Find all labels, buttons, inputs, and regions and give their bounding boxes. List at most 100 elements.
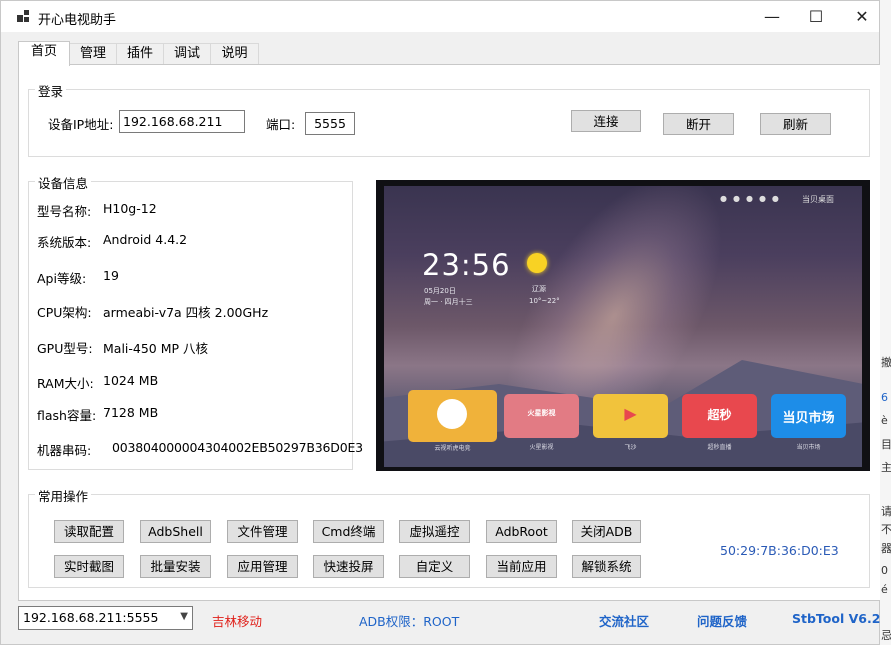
background-text: 请: [881, 505, 891, 518]
connect-button[interactable]: 连接: [571, 110, 641, 132]
tv-tile-mars: 火星影视 火星影视: [504, 394, 579, 451]
gpu-label: GPU型号:: [37, 341, 93, 356]
tv-tile-chaomiao: 超秒 超秒直播: [682, 394, 757, 451]
app-manager-button[interactable]: 应用管理: [227, 555, 298, 578]
tab-manage[interactable]: 管理: [69, 43, 117, 65]
login-legend: 登录: [35, 81, 67, 100]
tv-temperature: 10°~22°: [529, 297, 560, 305]
device-info-legend: 设备信息: [35, 173, 92, 192]
model-value: H10g-12: [103, 201, 157, 216]
maximize-button[interactable]: ☐: [793, 1, 839, 32]
tv-tile-huya: 云视听虎电竞: [408, 390, 497, 452]
app-icon: [17, 10, 30, 23]
ip-label: 设备IP地址:: [48, 117, 114, 132]
background-text: 6: [881, 391, 888, 404]
tab-plugins[interactable]: 插件: [116, 43, 164, 65]
disconnect-button[interactable]: 断开: [663, 113, 734, 135]
cpu-arch-label: CPU架构:: [37, 305, 92, 320]
background-text: 忌: [881, 629, 891, 642]
adb-permission-label: ADB权限：ROOT: [359, 614, 460, 629]
tile-text-chaomiao: 超秒: [707, 408, 732, 422]
ip-input[interactable]: 192.168.68.211: [119, 110, 245, 133]
login-group: 登录 设备IP地址: 192.168.68.211 端口: 5555 连接 断开…: [28, 81, 870, 157]
adbroot-button[interactable]: AdbRoot: [486, 520, 557, 543]
file-manager-button[interactable]: 文件管理: [227, 520, 298, 543]
read-config-button[interactable]: 读取配置: [54, 520, 124, 543]
refresh-button[interactable]: 刷新: [760, 113, 831, 135]
tv-date: 05月20日: [424, 287, 456, 295]
quick-cast-button[interactable]: 快速投屏: [313, 555, 384, 578]
background-text: 0: [881, 564, 888, 577]
background-text: é: [881, 583, 888, 596]
gpu-value: Mali-450 MP 八核: [103, 341, 209, 356]
isp-label: 吉林移动: [212, 614, 263, 629]
tab-home[interactable]: 首页: [18, 41, 70, 66]
tv-brand-label: 当贝桌面: [802, 195, 834, 204]
status-bar: 192.168.68.211:5555 ▼ 吉林移动 ADB权限：ROOT 交流…: [18, 606, 881, 632]
tv-tile-feisha: ▶ 飞沙: [593, 394, 668, 451]
device-select[interactable]: 192.168.68.211:5555 ▼: [18, 606, 193, 630]
chevron-down-icon[interactable]: ▼: [180, 611, 188, 622]
port-input[interactable]: 5555: [305, 112, 355, 135]
play-icon: ▶: [624, 404, 637, 423]
minimize-button[interactable]: —: [749, 1, 795, 32]
custom-button[interactable]: 自定义: [399, 555, 470, 578]
port-label: 端口:: [266, 117, 296, 132]
tile-label-mars: 火星影视: [529, 444, 554, 451]
batch-install-button[interactable]: 批量安装: [140, 555, 211, 578]
adbshell-button[interactable]: AdbShell: [140, 520, 211, 543]
tab-debug[interactable]: 调试: [163, 43, 211, 65]
background-text: 不: [881, 523, 891, 536]
background-text: 主: [881, 461, 891, 474]
tile-label-dangbei: 当贝市场: [796, 444, 821, 451]
tile-label-feisha: 飞沙: [624, 444, 637, 451]
sun-icon: [527, 253, 547, 273]
api-level-label: Api等级:: [37, 271, 87, 286]
tile-label-huya: 云视听虎电竞: [434, 445, 471, 452]
unlock-system-button[interactable]: 解锁系统: [572, 555, 641, 578]
tile-label-chaomiao: 超秒直播: [707, 444, 732, 451]
tv-weekday: 周一 · 四月十三: [424, 298, 473, 306]
virtual-remote-button[interactable]: 虚拟遥控: [399, 520, 470, 543]
feedback-link[interactable]: 问题反馈: [697, 611, 747, 630]
tv-status-icons: ●●●●●: [720, 194, 785, 203]
device-info-group: 设备信息 型号名称: H10g-12 系统版本: Android 4.4.2 A…: [28, 173, 363, 470]
serial-label: 机器串码:: [37, 443, 92, 458]
cpu-arch-value: armeabi-v7a 四核 2.00GHz: [103, 305, 269, 320]
api-level-value: 19: [103, 268, 119, 283]
version-label[interactable]: StbTool V6.2: [792, 611, 880, 626]
background-text: è: [881, 414, 888, 427]
common-ops-group: 常用操作 读取配置 AdbShell 文件管理 Cmd终端 虚拟遥控 AdbRo…: [28, 486, 870, 588]
tab-help[interactable]: 说明: [210, 43, 259, 65]
cmd-terminal-button[interactable]: Cmd终端: [313, 520, 384, 543]
close-adb-button[interactable]: 关闭ADB: [572, 520, 641, 543]
window-title: 开心电视助手: [38, 13, 117, 28]
background-window-edge: 撤 6 è 目 主 请 不 器 0 é 忌: [880, 0, 891, 645]
flash-value: 7128 MB: [103, 405, 159, 420]
tv-city: 辽源: [532, 285, 546, 293]
background-text: 撤: [881, 356, 891, 369]
ram-label: RAM大小:: [37, 376, 94, 391]
background-text: 器: [881, 542, 891, 555]
screenshot-button[interactable]: 实时截图: [54, 555, 124, 578]
ram-value: 1024 MB: [103, 373, 159, 388]
common-ops-legend: 常用操作: [35, 486, 92, 505]
tv-clock: 23:56: [422, 248, 511, 282]
tv-screenshot-preview: ●●●●● 当贝桌面 23:56 05月20日 周一 · 四月十三 辽源 10°…: [376, 180, 870, 471]
background-text: 目: [881, 438, 891, 451]
os-version-label: 系统版本:: [37, 235, 92, 250]
close-button[interactable]: ✕: [839, 1, 885, 32]
tiger-icon: [437, 399, 467, 429]
mac-address: 50:29:7B:36:D0:E3: [720, 543, 839, 558]
flash-label: flash容量:: [37, 408, 97, 423]
community-link[interactable]: 交流社区: [599, 611, 649, 630]
current-app-button[interactable]: 当前应用: [486, 555, 557, 578]
title-bar: 开心电视助手 — ☐ ✕: [1, 1, 879, 32]
os-version-value: Android 4.4.2: [103, 232, 188, 247]
tv-tile-dangbei: 当贝市场 当贝市场: [771, 394, 846, 451]
tv-home-screen: ●●●●● 当贝桌面 23:56 05月20日 周一 · 四月十三 辽源 10°…: [384, 186, 862, 467]
tile-text-dangbei: 当贝市场: [782, 411, 835, 426]
serial-value: 003804000004304002EB50297B36D0E3: [112, 440, 363, 455]
tile-text-mars: 火星影视: [527, 409, 556, 417]
device-select-value: 192.168.68.211:5555: [23, 610, 159, 625]
